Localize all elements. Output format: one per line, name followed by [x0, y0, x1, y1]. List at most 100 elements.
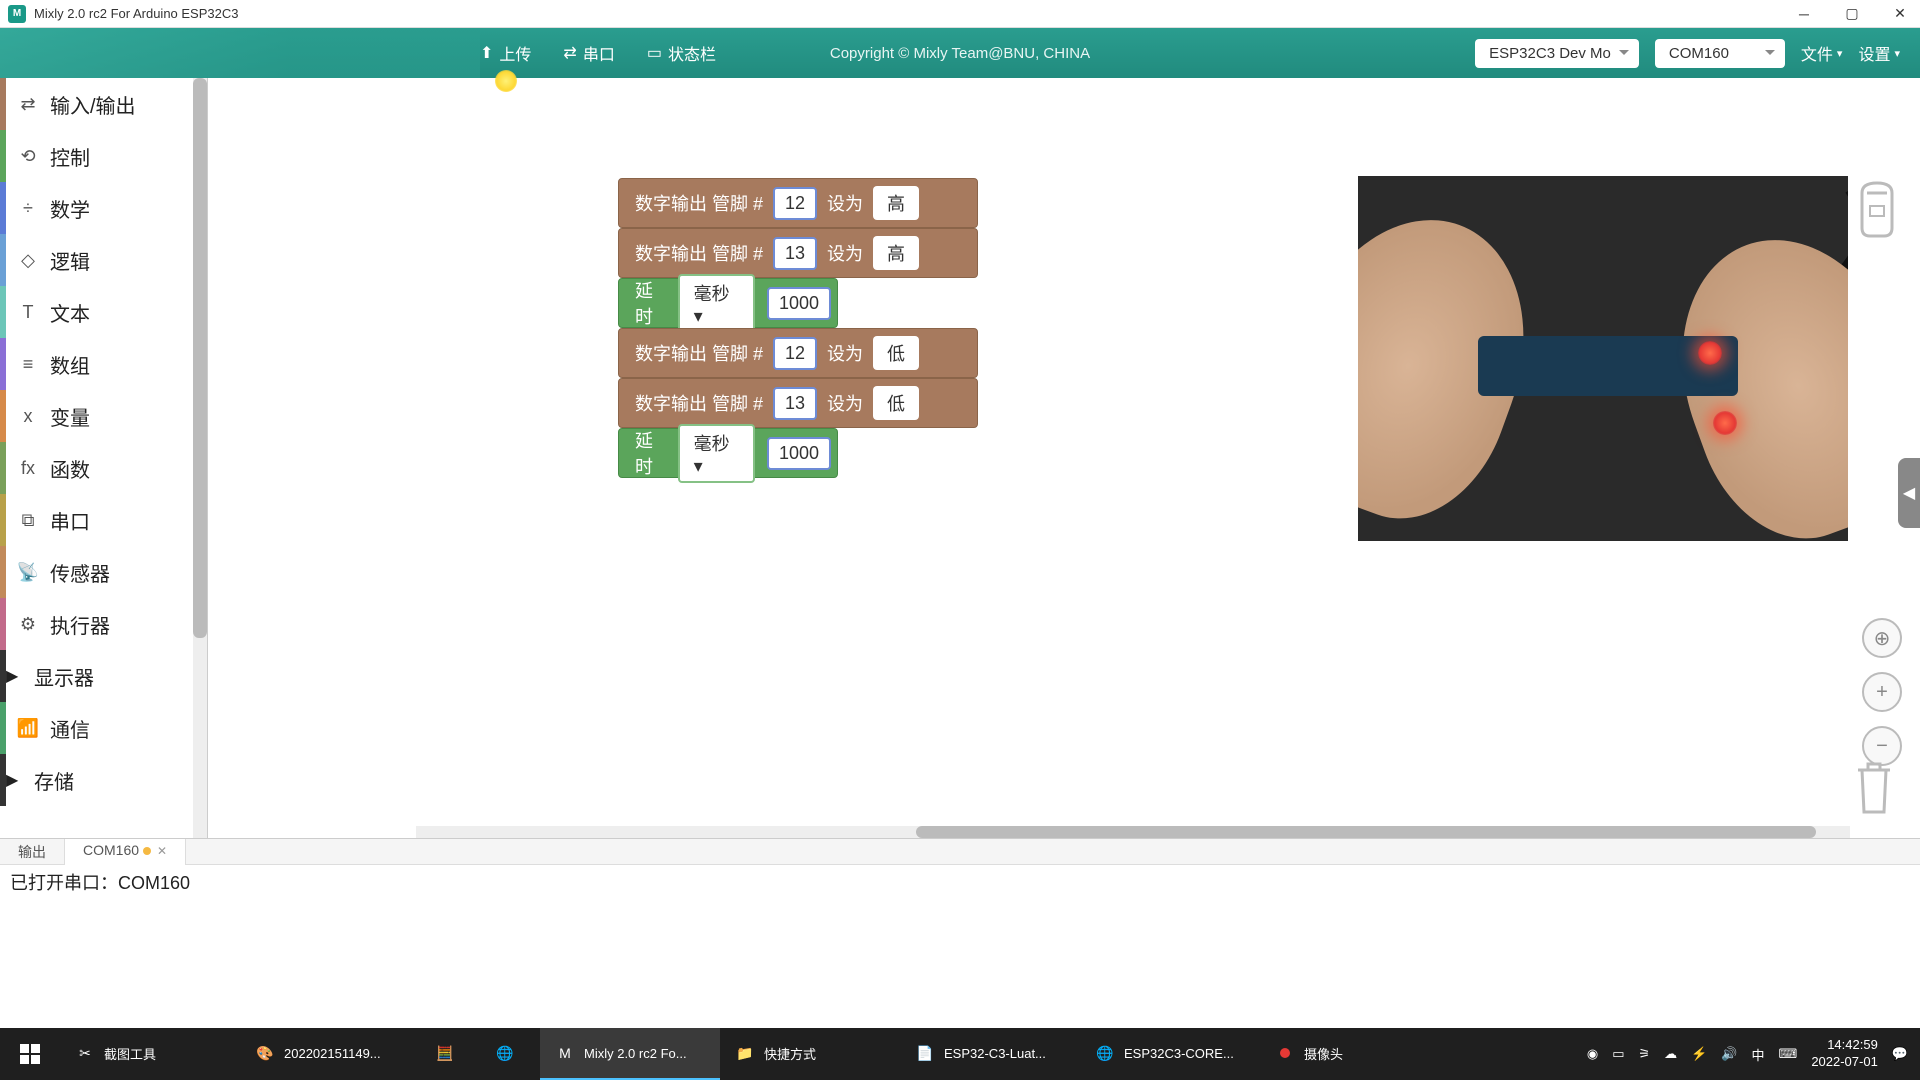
task-label: 快捷方式: [764, 1044, 816, 1063]
delay-block[interactable]: 延时 毫秒 ▾ 1000: [618, 278, 838, 328]
value-dropdown[interactable]: 低: [873, 336, 919, 370]
expand-arrow-icon: ▶: [6, 666, 34, 686]
clock[interactable]: 14:42:59 2022-07-01: [1811, 1037, 1878, 1071]
volume-icon[interactable]: 🔊: [1721, 1046, 1737, 1062]
zoom-in-button[interactable]: +: [1862, 672, 1902, 712]
pin-input[interactable]: 13: [773, 387, 817, 420]
esp32-board: [1478, 336, 1738, 396]
console-output[interactable]: 已打开串口：COM160: [0, 864, 1920, 1014]
port-select[interactable]: COM160: [1655, 39, 1785, 68]
tray-icon[interactable]: ▭: [1612, 1046, 1624, 1062]
toolbox-category[interactable]: ⚙ 执行器: [0, 598, 207, 650]
system-tray: ◉ ▭ ⚞ ☁ ⚡ 🔊 中 ⌨ 14:42:59 2022-07-01 💬: [1587, 1037, 1920, 1071]
statusbar-button[interactable]: ▭ 状态栏: [647, 41, 716, 65]
toolbox-category[interactable]: x 变量: [0, 390, 207, 442]
upload-icon: ⬆: [480, 43, 493, 63]
clock-time: 14:42:59: [1811, 1037, 1878, 1054]
task-label: Mixly 2.0 rc2 Fo...: [584, 1046, 687, 1061]
upload-label: 上传: [499, 41, 531, 65]
toolbox-category[interactable]: ⧉ 串口: [0, 494, 207, 546]
center-button[interactable]: ⊕: [1862, 618, 1902, 658]
led-indicator: [1713, 411, 1737, 435]
toolbox-category[interactable]: ◇ 逻辑: [0, 234, 207, 286]
toolbox-category[interactable]: T 文本: [0, 286, 207, 338]
toolbox-category[interactable]: ⟲ 控制: [0, 130, 207, 182]
taskbar-item[interactable]: 摄像头: [1260, 1028, 1440, 1080]
minimize-button[interactable]: ─: [1792, 2, 1816, 26]
category-icon: ⚙: [6, 614, 50, 635]
tab-label: 输出: [18, 844, 46, 860]
task-label: 截图工具: [104, 1044, 156, 1063]
duration-input[interactable]: 1000: [767, 437, 831, 470]
category-label: 存储: [34, 766, 207, 795]
upload-button[interactable]: ⬆ 上传: [480, 41, 531, 65]
value-dropdown[interactable]: 高: [873, 186, 919, 220]
unit-dropdown[interactable]: 毫秒 ▾: [678, 274, 755, 333]
scrollbar-thumb[interactable]: [193, 78, 207, 638]
digital-write-block[interactable]: 数字输出 管脚 # 13 设为 低: [618, 378, 978, 428]
category-label: 显示器: [34, 662, 207, 691]
toolbox-scrollbar[interactable]: [193, 78, 207, 838]
toolbox-category[interactable]: ▶ 显示器: [0, 650, 207, 702]
close-tab-icon[interactable]: ✕: [157, 844, 167, 858]
collapse-panel-button[interactable]: ◀: [1898, 458, 1920, 528]
taskbar-item[interactable]: 📄ESP32-C3-Luat...: [900, 1028, 1080, 1080]
settings-menu[interactable]: 设置▾: [1858, 41, 1900, 65]
backpack-icon[interactable]: [1852, 178, 1902, 238]
taskbar-item[interactable]: 🌐: [480, 1028, 540, 1080]
block-label: 延时: [635, 277, 668, 329]
duration-input[interactable]: 1000: [767, 287, 831, 320]
toolbox-category[interactable]: ▶ 存储: [0, 754, 207, 806]
taskbar-item[interactable]: MMixly 2.0 rc2 Fo...: [540, 1028, 720, 1080]
toolbox-category[interactable]: ÷ 数学: [0, 182, 207, 234]
toolbox-category[interactable]: 📡 传感器: [0, 546, 207, 598]
logo-area: [0, 28, 200, 78]
toolbox-category[interactable]: ⇄ 输入/输出: [0, 78, 207, 130]
pin-input[interactable]: 13: [773, 237, 817, 270]
toolbox-category[interactable]: fx 函数: [0, 442, 207, 494]
close-button[interactable]: ✕: [1888, 2, 1912, 26]
serial-label: 串口: [583, 41, 615, 65]
taskbar-item[interactable]: 🎨202202151149...: [240, 1028, 420, 1080]
toolbox-category[interactable]: 📶 通信: [0, 702, 207, 754]
led-indicator: [1698, 341, 1722, 365]
block-stack[interactable]: 数字输出 管脚 # 12 设为 高数字输出 管脚 # 13 设为 高延时 毫秒 …: [618, 178, 978, 478]
digital-write-block[interactable]: 数字输出 管脚 # 12 设为 低: [618, 328, 978, 378]
tray-icon[interactable]: ◉: [1587, 1046, 1598, 1062]
tray-icon[interactable]: ⌨: [1779, 1046, 1798, 1062]
digital-write-block[interactable]: 数字输出 管脚 # 12 设为 高: [618, 178, 978, 228]
taskbar-item[interactable]: ✂截图工具: [60, 1028, 240, 1080]
wifi-icon[interactable]: ⚞: [1639, 1046, 1651, 1062]
pin-input[interactable]: 12: [773, 337, 817, 370]
category-label: 通信: [50, 714, 207, 743]
serial-button[interactable]: ⇄ 串口: [563, 41, 614, 65]
unit-dropdown[interactable]: 毫秒 ▾: [678, 424, 755, 483]
tray-icon[interactable]: ⚡: [1691, 1046, 1707, 1062]
file-menu[interactable]: 文件▾: [1801, 41, 1843, 65]
taskbar-item[interactable]: 🧮: [420, 1028, 480, 1080]
digital-write-block[interactable]: 数字输出 管脚 # 13 设为 高: [618, 228, 978, 278]
pin-input[interactable]: 12: [773, 187, 817, 220]
block-label: 数字输出 管脚 #: [635, 340, 763, 366]
serial-icon: ⇄: [563, 43, 576, 63]
value-dropdown[interactable]: 低: [873, 386, 919, 420]
taskbar-item[interactable]: 🌐ESP32C3-CORE...: [1080, 1028, 1260, 1080]
taskbar-item[interactable]: 📁快捷方式: [720, 1028, 900, 1080]
start-button[interactable]: [0, 1028, 60, 1080]
workspace[interactable]: 数字输出 管脚 # 12 设为 高数字输出 管脚 # 13 设为 高延时 毫秒 …: [208, 78, 1920, 838]
console-tab[interactable]: COM160✕: [65, 839, 186, 865]
value-dropdown[interactable]: 高: [873, 236, 919, 270]
maximize-button[interactable]: ▢: [1840, 2, 1864, 26]
tray-icon[interactable]: ☁: [1664, 1046, 1677, 1062]
category-icon: x: [6, 406, 50, 427]
toolbox-category[interactable]: ≡ 数组: [0, 338, 207, 390]
delay-block[interactable]: 延时 毫秒 ▾ 1000: [618, 428, 838, 478]
board-select[interactable]: ESP32C3 Dev Mo: [1475, 39, 1639, 68]
task-icon: 🧮: [434, 1042, 456, 1064]
scrollbar-thumb[interactable]: [916, 826, 1816, 838]
console-tab[interactable]: 输出: [0, 839, 65, 865]
ime-indicator[interactable]: 中: [1752, 1045, 1765, 1064]
notifications-icon[interactable]: 💬: [1892, 1046, 1908, 1062]
trash-icon[interactable]: [1850, 758, 1898, 818]
workspace-h-scrollbar[interactable]: [416, 826, 1850, 838]
